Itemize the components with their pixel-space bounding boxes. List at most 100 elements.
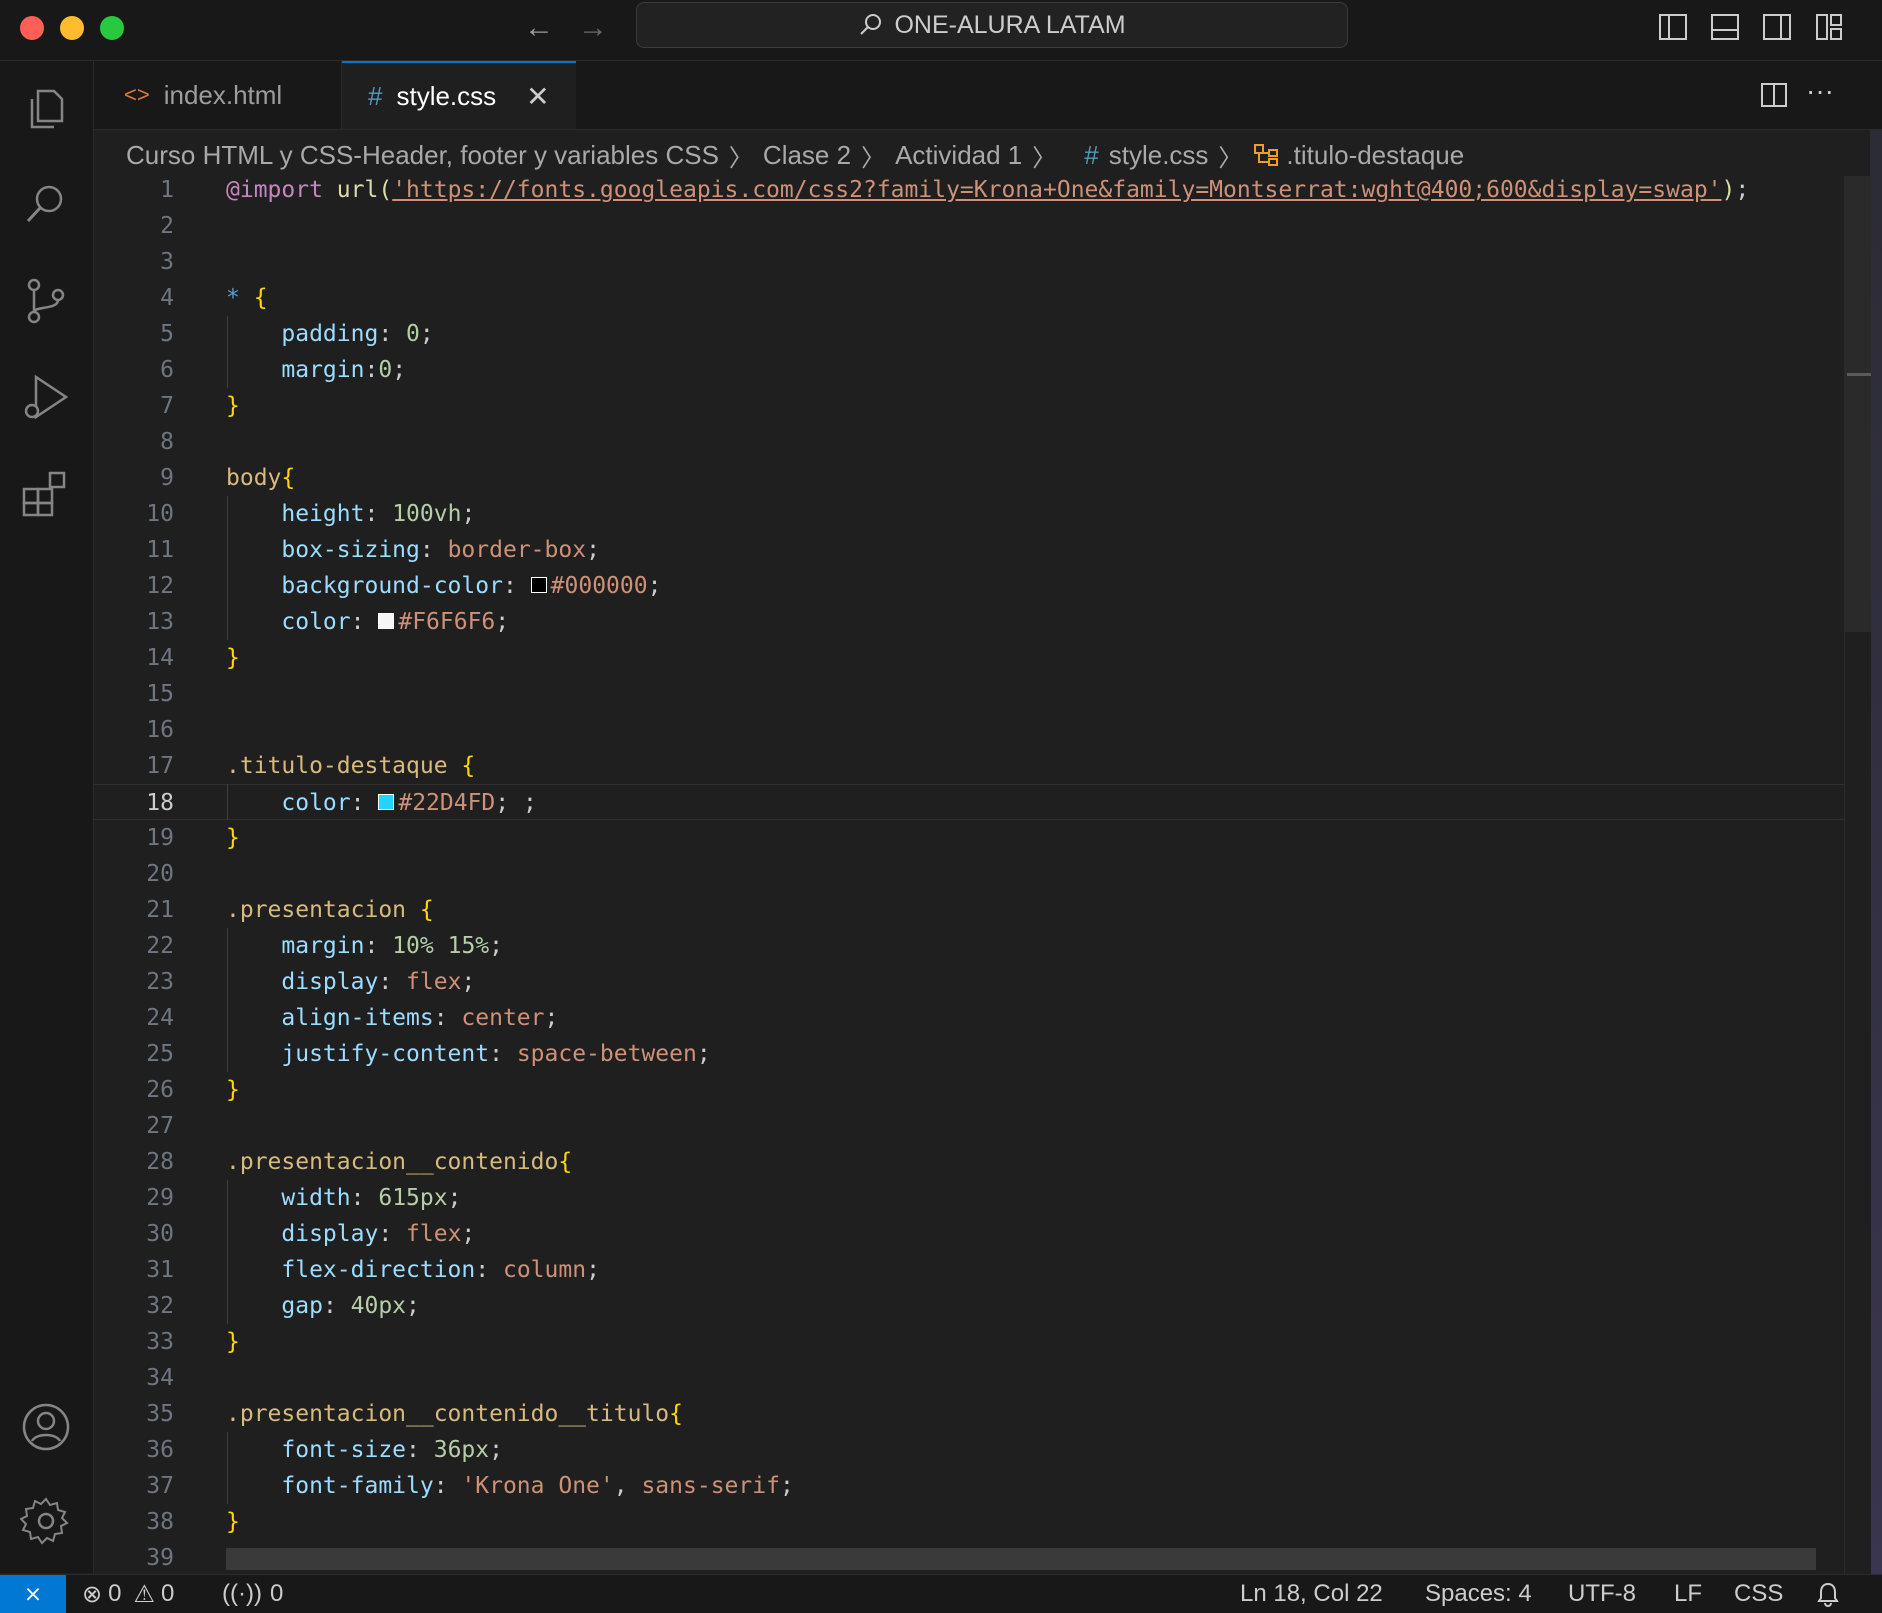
code-line[interactable]: 35 .presentacion__contenido__titulo{ [94, 1396, 1844, 1432]
line-number[interactable]: 39 [94, 1540, 174, 1574]
code-line[interactable]: 25 justify-content: space-between; [94, 1036, 1844, 1072]
line-number[interactable]: 13 [94, 604, 174, 640]
ports-indicator[interactable]: ((·)) 0 [222, 1575, 283, 1613]
search-icon[interactable] [20, 179, 72, 231]
code-line[interactable]: 29 width: 615px; [94, 1180, 1844, 1216]
remote-indicator[interactable]: ⨯ [0, 1575, 66, 1613]
breadcrumb-item[interactable]: style.css [1109, 140, 1209, 171]
breadcrumb-item[interactable]: Actividad 1 [895, 140, 1022, 171]
line-number[interactable]: 10 [94, 496, 174, 532]
code-line[interactable]: 20 [94, 856, 1844, 892]
code-line[interactable]: 32 gap: 40px; [94, 1288, 1844, 1324]
line-number[interactable]: 7 [94, 388, 174, 424]
code-line[interactable]: 17 .titulo-destaque { [94, 748, 1844, 784]
code-line[interactable]: 30 display: flex; [94, 1216, 1844, 1252]
toggle-panel-icon[interactable] [1710, 12, 1740, 42]
code-line[interactable]: 18 color: #22D4FD; ; [94, 784, 1844, 820]
code-line[interactable]: 4 * { [94, 280, 1844, 316]
command-center-search[interactable]: ONE-ALURA LATAM [636, 2, 1348, 48]
notifications-bell-icon[interactable] [1816, 1575, 1840, 1613]
code-line[interactable]: 5 padding: 0; [94, 316, 1844, 352]
code-line[interactable]: 10 height: 100vh; [94, 496, 1844, 532]
code-line[interactable]: 3 [94, 244, 1844, 280]
line-number[interactable]: 5 [94, 316, 174, 352]
encoding[interactable]: UTF-8 [1568, 1575, 1636, 1613]
close-tab-icon[interactable]: ✕ [526, 80, 549, 113]
horizontal-scrollbar[interactable] [226, 1548, 1816, 1570]
line-number[interactable]: 9 [94, 460, 174, 496]
line-number[interactable]: 31 [94, 1252, 174, 1288]
code-line[interactable]: 22 margin: 10% 15%; [94, 928, 1844, 964]
line-number[interactable]: 14 [94, 640, 174, 676]
forward-arrow-icon[interactable]: → [578, 8, 608, 48]
code-line[interactable]: 6 margin:0; [94, 352, 1844, 388]
line-number[interactable]: 33 [94, 1324, 174, 1360]
line-number[interactable]: 30 [94, 1216, 174, 1252]
code-line[interactable]: 27 [94, 1108, 1844, 1144]
line-number[interactable]: 19 [94, 820, 174, 856]
code-line[interactable]: 19} [94, 820, 1844, 856]
line-number[interactable]: 35 [94, 1396, 174, 1432]
code-line[interactable]: 37 font-family: 'Krona One', sans-serif; [94, 1468, 1844, 1504]
line-number[interactable]: 11 [94, 532, 174, 568]
line-number[interactable]: 12 [94, 568, 174, 604]
line-number[interactable]: 18 [94, 785, 174, 821]
code-editor[interactable]: 1 @import url('https://fonts.googleapis.c… [94, 176, 1844, 1574]
back-arrow-icon[interactable]: ← [524, 8, 554, 48]
code-line[interactable]: 7} [94, 388, 1844, 424]
code-line[interactable]: 28 .presentacion__contenido{ [94, 1144, 1844, 1180]
code-line[interactable]: 33} [94, 1324, 1844, 1360]
line-number[interactable]: 4 [94, 280, 174, 316]
minimize-window-button[interactable] [60, 16, 84, 40]
source-control-icon[interactable] [20, 275, 72, 327]
breadcrumb-item[interactable]: Curso HTML y CSS-Header, footer y variab… [126, 140, 719, 171]
toggle-secondary-sidebar-icon[interactable] [1762, 12, 1792, 42]
toggle-primary-sidebar-icon[interactable] [1658, 12, 1688, 42]
line-number[interactable]: 25 [94, 1036, 174, 1072]
line-number[interactable]: 37 [94, 1468, 174, 1504]
explorer-icon[interactable] [20, 83, 72, 135]
line-number[interactable]: 29 [94, 1180, 174, 1216]
line-number[interactable]: 23 [94, 964, 174, 1000]
code-line[interactable]: 26} [94, 1072, 1844, 1108]
tab-index-html[interactable]: <> index.html [94, 61, 342, 129]
scrollbar-thumb[interactable] [1845, 176, 1871, 632]
line-number[interactable]: 15 [94, 676, 174, 712]
code-line[interactable]: 15 [94, 676, 1844, 712]
problems-indicator[interactable]: ⊗ 0 ⚠ 0 [82, 1575, 174, 1613]
code-line[interactable]: 14} [94, 640, 1844, 676]
code-line[interactable]: 38} [94, 1504, 1844, 1540]
code-line[interactable]: 12 background-color: #000000; [94, 568, 1844, 604]
color-swatch[interactable] [378, 793, 395, 810]
line-number[interactable]: 26 [94, 1072, 174, 1108]
code-line[interactable]: 1 @import url('https://fonts.googleapis.c… [94, 176, 1844, 208]
line-number[interactable]: 28 [94, 1144, 174, 1180]
language-mode[interactable]: CSS [1734, 1575, 1783, 1613]
cursor-position[interactable]: Ln 18, Col 22 [1240, 1575, 1383, 1613]
code-line[interactable]: 16 [94, 712, 1844, 748]
split-editor-icon[interactable] [1760, 81, 1788, 109]
vertical-scrollbar[interactable] [1844, 176, 1871, 1574]
line-number[interactable]: 21 [94, 892, 174, 928]
line-number[interactable]: 3 [94, 244, 174, 280]
breadcrumb-item[interactable]: Clase 2 [763, 140, 851, 171]
code-line[interactable]: 8 [94, 424, 1844, 460]
code-line[interactable]: 36 font-size: 36px; [94, 1432, 1844, 1468]
maximize-window-button[interactable] [100, 16, 124, 40]
settings-gear-icon[interactable] [20, 1495, 72, 1547]
code-line[interactable]: 11 box-sizing: border-box; [94, 532, 1844, 568]
code-line[interactable]: 24 align-items: center; [94, 1000, 1844, 1036]
breadcrumb-item[interactable]: .titulo-destaque [1286, 140, 1464, 171]
accounts-icon[interactable] [20, 1401, 72, 1453]
color-swatch[interactable] [530, 576, 547, 593]
line-number[interactable]: 34 [94, 1360, 174, 1396]
indentation[interactable]: Spaces: 4 [1425, 1575, 1532, 1613]
line-number[interactable]: 1 [94, 176, 174, 208]
line-number[interactable]: 22 [94, 928, 174, 964]
code-line[interactable]: 34 [94, 1360, 1844, 1396]
line-number[interactable]: 36 [94, 1432, 174, 1468]
code-line[interactable]: 21 .presentacion { [94, 892, 1844, 928]
color-swatch[interactable] [378, 612, 395, 629]
line-number[interactable]: 24 [94, 1000, 174, 1036]
code-line[interactable]: 13 color: #F6F6F6; [94, 604, 1844, 640]
